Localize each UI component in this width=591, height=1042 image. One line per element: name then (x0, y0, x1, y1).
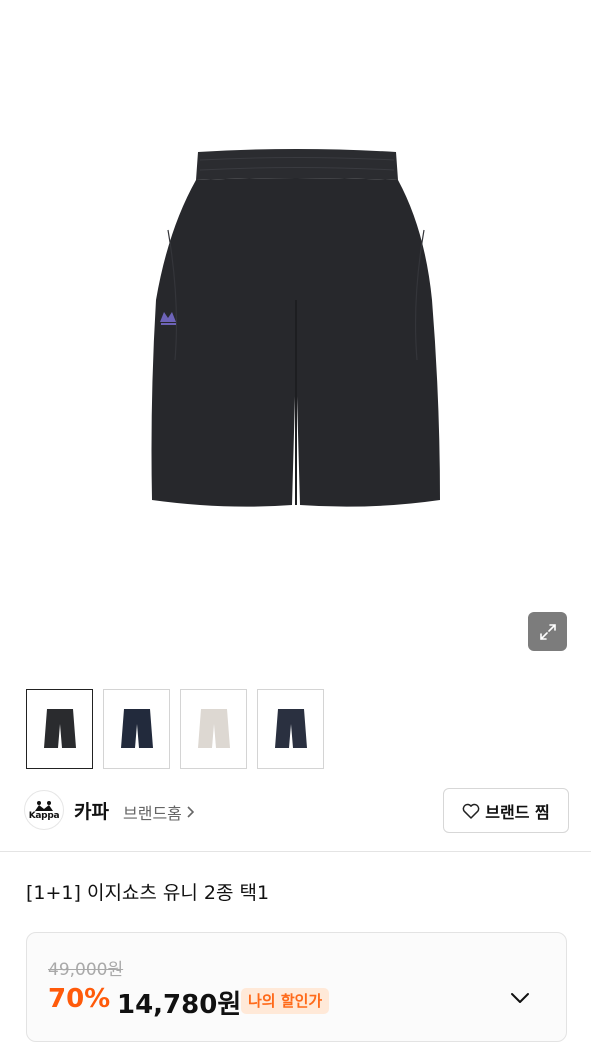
section-divider (0, 851, 591, 852)
product-image-area[interactable] (0, 0, 591, 672)
brand-home-link[interactable]: 브랜드홈 (123, 800, 194, 824)
thumbnail-black[interactable] (26, 689, 93, 769)
expand-icon (539, 623, 556, 640)
original-price: 49,000원 (48, 960, 124, 980)
brand-like-label: 브랜드 찜 (485, 802, 550, 822)
price-box[interactable]: 49,000원 70% 14,780원 나의 할인가 (26, 932, 567, 1042)
brand-logo-text: Kappa (28, 810, 60, 821)
black-shorts-product-image (151, 149, 440, 507)
product-title: [1+1] 이지쇼츠 유니 2종 택1 (26, 882, 270, 904)
brand-name[interactable]: 카파 (74, 797, 109, 824)
chevron-right-icon (187, 806, 194, 818)
brand-row: Kappa 카파 브랜드홈 브랜드 찜 (24, 788, 569, 834)
brand-like-button[interactable]: 브랜드 찜 (443, 788, 569, 833)
heart-icon (462, 803, 480, 819)
thumbnail-beige[interactable] (180, 689, 247, 769)
brand-home-label: 브랜드홈 (123, 804, 182, 823)
sale-price: 14,780원 (117, 990, 242, 1020)
navy-shorts-thumbnail (120, 709, 153, 748)
brand-logo[interactable]: Kappa (24, 790, 64, 830)
darknavy-shorts-thumbnail (274, 709, 307, 748)
black-shorts-thumbnail (43, 709, 76, 748)
chevron-down-icon[interactable] (510, 992, 530, 1004)
beige-shorts-thumbnail (197, 709, 230, 748)
thumbnail-navy[interactable] (103, 689, 170, 769)
zoom-button[interactable] (528, 612, 567, 651)
my-price-badge: 나의 할인가 (241, 988, 330, 1014)
discount-rate: 70% (48, 984, 111, 1014)
thumbnail-list (26, 689, 324, 769)
thumbnail-darknavy[interactable] (257, 689, 324, 769)
